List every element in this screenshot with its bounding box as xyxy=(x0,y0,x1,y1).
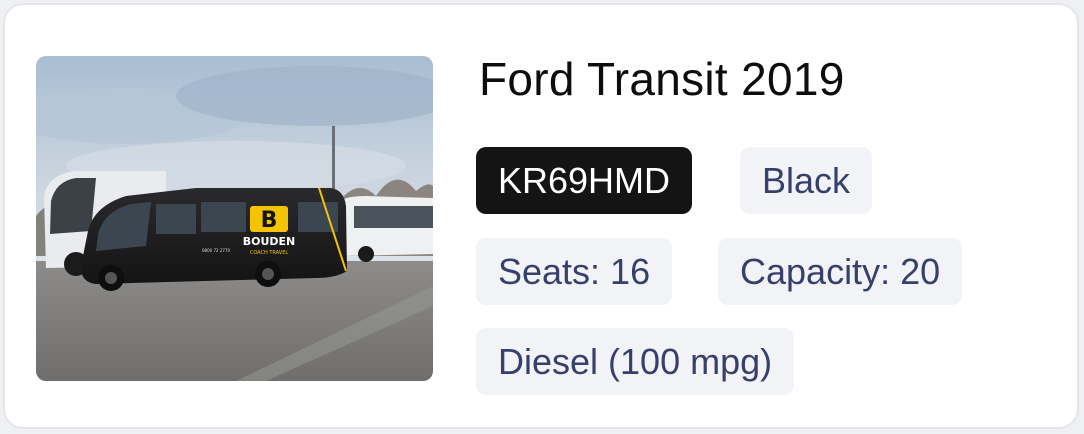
livery-sub-text: COACH TRAVEL xyxy=(250,250,289,256)
vehicle-card[interactable]: B BOUDEN COACH TRAVEL 0800 72 2770 Ford … xyxy=(3,3,1079,429)
capacity-badge: Capacity: 20 xyxy=(718,238,963,305)
livery-brand-text: BOUDEN xyxy=(243,235,296,248)
fuel-badge: Diesel (100 mpg) xyxy=(476,328,795,395)
vehicle-title: Ford Transit 2019 xyxy=(479,53,845,105)
registration-badge: KR69HMD xyxy=(476,147,693,214)
seats-badge: Seats: 16 xyxy=(476,238,673,305)
colour-badge: Black xyxy=(740,147,873,214)
livery-phone-text: 0800 72 2770 xyxy=(202,248,230,253)
vehicle-photo: B BOUDEN COACH TRAVEL 0800 72 2770 xyxy=(36,56,433,381)
minibus-photo-illustration: B BOUDEN COACH TRAVEL 0800 72 2770 xyxy=(36,56,433,381)
svg-text:B: B xyxy=(261,208,278,233)
